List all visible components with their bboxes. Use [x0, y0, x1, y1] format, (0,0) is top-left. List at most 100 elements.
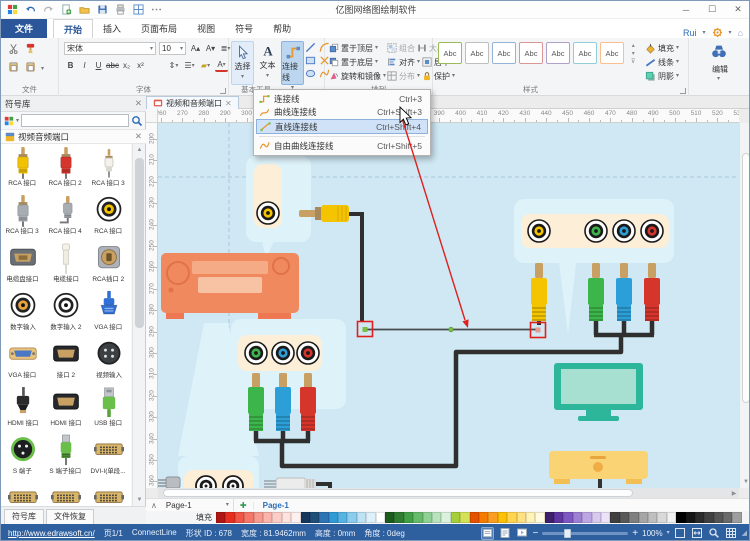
color-swatch-#def1fa[interactable] — [366, 512, 375, 523]
stencil-RCA 接口 3-2[interactable]: RCA 接口 3 — [87, 144, 130, 192]
gallery-more-icon[interactable]: ⊽ — [631, 58, 635, 65]
color-swatch-#161616[interactable] — [686, 512, 695, 523]
color-swatch-#d4e157[interactable] — [460, 512, 469, 523]
font-button-5[interactable]: x² — [134, 59, 147, 72]
stencil-RCA 接口-5[interactable]: RCA 接口 — [87, 192, 130, 240]
color-swatch-#ffc107[interactable] — [498, 512, 507, 523]
zoom-slider[interactable] — [542, 532, 628, 535]
stencil-dvi-23[interactable] — [87, 480, 130, 506]
align-button[interactable]: 对齐▾ — [387, 55, 420, 69]
stencil-RCA 接口 3-3[interactable]: RCA 接口 3 — [1, 192, 44, 240]
color-swatch-#55b4e4[interactable] — [338, 512, 347, 523]
menu-item-直线连接线[interactable]: 直线连接线Ctrl+Shift+4 — [256, 119, 428, 134]
minimize-button[interactable]: ─ — [673, 1, 699, 18]
connector-tool-button[interactable]: 连接线▾ — [281, 41, 304, 85]
color-swatch-#7e57c2[interactable] — [563, 512, 572, 523]
gallery-down-icon[interactable]: ▾ — [632, 50, 635, 57]
color-swatch-#7f7f7f[interactable] — [629, 512, 638, 523]
color-swatch-#fde2de[interactable] — [282, 512, 291, 523]
format-painter-icon[interactable] — [25, 43, 36, 54]
color-swatch-#5e35a1[interactable] — [554, 512, 563, 523]
color-swatch-#2e9bd6[interactable] — [329, 512, 338, 523]
search-icon[interactable] — [131, 115, 143, 127]
color-swatch-#fccdc7[interactable] — [272, 512, 281, 523]
help-home-icon[interactable]: ⌂ — [738, 28, 743, 38]
grow-font-icon[interactable]: A▴ — [189, 42, 202, 55]
color-swatch-#ece3f8[interactable] — [601, 512, 610, 523]
paste-special-icon[interactable] — [25, 61, 36, 72]
stencil-HDMI 接口-16[interactable]: HDMI 接口 — [44, 384, 87, 432]
paste-icon[interactable] — [8, 61, 19, 72]
color-swatch-#f4776a[interactable] — [244, 512, 253, 523]
bullet-list-icon[interactable]: ☰▾ — [183, 59, 196, 72]
color-swatch-#66bb6a[interactable] — [413, 512, 422, 523]
rca-socket-blue-2[interactable] — [613, 220, 635, 242]
color-swatch-#fb9d23[interactable] — [488, 512, 497, 523]
soundbar[interactable] — [549, 451, 648, 488]
color-swatch-#3f1f6b[interactable] — [545, 512, 554, 523]
add-page-icon[interactable]: ✚ — [234, 501, 253, 510]
zoom-in-button[interactable]: + — [632, 528, 638, 539]
line-style-button[interactable]: 线条▾ — [645, 55, 679, 69]
rca-socket-red-2[interactable] — [641, 220, 663, 242]
edraw-logo-icon[interactable] — [6, 3, 19, 16]
document-tab[interactable]: 视频和音频端口 ✕ — [146, 96, 239, 109]
undo-icon[interactable] — [24, 3, 37, 16]
scroll-right-icon[interactable]: ▶ — [729, 488, 739, 498]
new-doc-icon[interactable] — [60, 3, 73, 16]
font-button-3[interactable]: abc — [106, 59, 119, 72]
binoculars-icon[interactable] — [711, 43, 727, 59]
shrink-font-icon[interactable]: A▾ — [204, 42, 217, 55]
color-swatch-#ffd54f[interactable] — [507, 512, 516, 523]
color-swatch-#9d7fd4[interactable] — [573, 512, 582, 523]
rca-socket-green[interactable] — [245, 342, 267, 364]
font-button-4[interactable]: x₂ — [120, 59, 133, 72]
color-swatch-#fffbe0[interactable] — [535, 512, 544, 523]
style-preset-7[interactable]: Abc — [600, 42, 624, 64]
library-search-input[interactable] — [21, 114, 129, 127]
print-icon[interactable] — [114, 3, 127, 16]
stencil-电缆接口-7[interactable]: 电缆接口 — [44, 240, 87, 288]
color-swatch-#fef0ee[interactable] — [291, 512, 300, 523]
color-swatch-#e52e1e[interactable] — [225, 512, 234, 523]
library-scrollbar[interactable]: ▲ ▼ — [132, 144, 145, 506]
edrawsoft-link[interactable]: http://www.edrawsoft.cn/ — [8, 529, 95, 538]
bring-front-button[interactable]: 置于顶层▾ — [329, 41, 386, 55]
canvas-horizontal-scrollbar[interactable]: ▶ — [158, 488, 739, 498]
rca-socket-blue[interactable] — [272, 342, 294, 364]
color-swatch-#ffe082[interactable] — [517, 512, 526, 523]
scroll-down-icon[interactable]: ▼ — [133, 494, 146, 506]
rca-socket-white-2[interactable] — [223, 476, 243, 488]
redo-icon[interactable] — [42, 3, 55, 16]
stencil-RCA 接口 2-1[interactable]: RCA 接口 2 — [44, 144, 87, 192]
font-color-icon[interactable]: A▾ — [215, 59, 228, 72]
stencil-dvi-21[interactable] — [1, 480, 44, 506]
shape-grid-icon[interactable] — [132, 3, 145, 16]
rca-socket-green-2[interactable] — [585, 220, 607, 242]
stencil-S 端子接口-19[interactable]: S 端子接口 — [44, 432, 87, 480]
tab-符号[interactable]: 符号 — [225, 19, 263, 38]
color-swatch-#d9d9d9[interactable] — [657, 512, 666, 523]
color-swatch-#e65100[interactable] — [470, 512, 479, 523]
tab-文件[interactable]: 文件 — [1, 19, 47, 38]
view-presentation-icon[interactable] — [515, 527, 528, 540]
color-swatch-#f2f2f2[interactable] — [667, 512, 676, 523]
resize-grip[interactable]: ◢ — [742, 529, 747, 537]
style-preset-3[interactable]: Abc — [492, 42, 516, 64]
ellipse-icon[interactable] — [305, 68, 316, 79]
callout-top-speaker[interactable] — [246, 156, 311, 259]
font-button-1[interactable]: I — [78, 59, 91, 72]
color-swatch-#dcf1dd[interactable] — [441, 512, 450, 523]
color-swatch-#2e74b5[interactable] — [319, 512, 328, 523]
stencil-接口 2-13[interactable]: 接口 2 — [44, 336, 87, 384]
color-swatch-#ffffff[interactable] — [376, 512, 385, 523]
stencil-VGA 接口-11[interactable]: VGA 接口 — [87, 288, 130, 336]
menu-item-连接线[interactable]: 连接线Ctrl+3 — [256, 92, 428, 106]
zoom-out-button[interactable]: − — [532, 528, 538, 539]
edit-button[interactable]: 编辑 — [689, 64, 750, 75]
mini-connector[interactable] — [158, 477, 180, 488]
select-arrow-button[interactable]: 选择▾ — [231, 41, 254, 85]
tab-开始[interactable]: 开始 — [53, 19, 93, 38]
stencil-视频输入-14[interactable]: 视频输入 — [87, 336, 130, 384]
color-swatch-#bde3f5[interactable] — [357, 512, 366, 523]
